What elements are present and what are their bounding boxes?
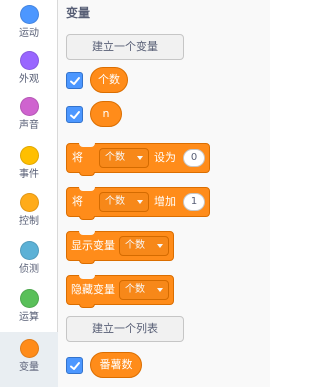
check-icon <box>70 77 80 85</box>
block-notch <box>79 231 95 235</box>
variable-monitor-checkbox[interactable] <box>66 106 83 123</box>
events-category-icon <box>19 146 39 165</box>
category-sound[interactable]: 声音 <box>0 92 58 140</box>
dropdown-value: 个数 <box>125 284 145 295</box>
variable-reporter-block[interactable]: n <box>90 101 122 127</box>
dropdown-value: 个数 <box>105 196 125 207</box>
category-label: 声音 <box>19 120 39 131</box>
dropdown-arrow-icon <box>157 288 163 292</box>
change-variable-block[interactable]: 将 个数 增加 1 <box>66 187 210 220</box>
block-notch <box>79 187 95 191</box>
category-label: 变量 <box>19 362 39 373</box>
value-input[interactable]: 1 <box>183 193 205 211</box>
variable-monitor-checkbox[interactable] <box>66 72 83 89</box>
make-variable-button[interactable]: 建立一个变量 <box>66 34 184 60</box>
variable-reporter-block[interactable]: 个数 <box>90 67 128 93</box>
category-label: 侦测 <box>19 264 39 275</box>
category-label: 运动 <box>19 28 39 39</box>
category-label: 事件 <box>19 169 39 180</box>
dropdown-arrow-icon <box>137 200 143 204</box>
category-motion[interactable]: 运动 <box>0 0 58 48</box>
operators-category-icon <box>19 289 39 308</box>
palette-section-title: 变量 <box>66 6 91 20</box>
category-label: 运算 <box>19 312 39 323</box>
check-icon <box>70 111 80 119</box>
variables-category-icon <box>19 339 39 358</box>
category-label: 控制 <box>19 216 39 227</box>
block-notch <box>79 143 95 147</box>
variable-dropdown[interactable]: 个数 <box>119 280 169 300</box>
set-variable-block[interactable]: 将 个数 设为 0 <box>66 143 210 176</box>
dropdown-value: 个数 <box>125 240 145 251</box>
sound-category-icon <box>19 97 39 116</box>
category-events[interactable]: 事件 <box>0 141 58 189</box>
block-text: 显示变量 <box>71 239 115 252</box>
block-text: 隐藏变量 <box>71 283 115 296</box>
block-bump <box>79 172 95 176</box>
category-sensing[interactable]: 侦测 <box>0 236 58 284</box>
show-variable-block[interactable]: 显示变量 个数 <box>66 231 174 264</box>
list-monitor-checkbox[interactable] <box>66 357 83 374</box>
block-bump <box>79 216 95 220</box>
dropdown-arrow-icon <box>157 244 163 248</box>
dropdown-value: 个数 <box>105 152 125 163</box>
hide-variable-block[interactable]: 隐藏变量 个数 <box>66 275 174 308</box>
category-sidebar: 运动 外观 声音 事件 控制 侦测 运算 变量 <box>0 0 58 387</box>
block-bump <box>79 304 95 308</box>
variable-dropdown[interactable]: 个数 <box>99 192 149 212</box>
block-text: 设为 <box>154 151 176 164</box>
variable-dropdown[interactable]: 个数 <box>99 148 149 168</box>
category-variables[interactable]: 变量 <box>0 332 58 387</box>
sensing-category-icon <box>19 241 39 260</box>
category-label: 外观 <box>19 74 39 85</box>
make-list-button[interactable]: 建立一个列表 <box>66 316 184 342</box>
block-palette: 变量 建立一个变量 个数 n 将 个数 设为 0 将 个数 增加 1 显示变量 … <box>58 0 270 387</box>
check-icon <box>70 362 80 370</box>
block-notch <box>79 275 95 279</box>
control-category-icon <box>19 193 39 212</box>
category-looks[interactable]: 外观 <box>0 46 58 94</box>
variable-dropdown[interactable]: 个数 <box>119 236 169 256</box>
block-text: 增加 <box>154 195 176 208</box>
block-bump <box>79 260 95 264</box>
block-text: 将 <box>72 151 83 164</box>
category-control[interactable]: 控制 <box>0 188 58 236</box>
value-input[interactable]: 0 <box>183 149 205 167</box>
dropdown-arrow-icon <box>137 156 143 160</box>
looks-category-icon <box>19 51 39 70</box>
list-reporter-block[interactable]: 番薯数 <box>90 352 142 378</box>
block-text: 将 <box>72 195 83 208</box>
category-operators[interactable]: 运算 <box>0 284 58 332</box>
motion-category-icon <box>19 5 39 24</box>
